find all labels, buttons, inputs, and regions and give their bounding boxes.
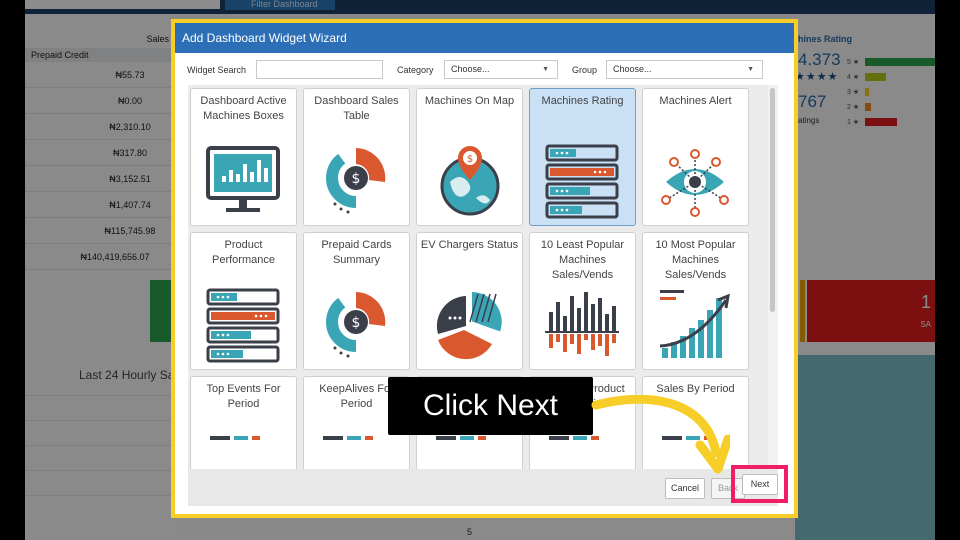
chevron-down-icon: ▼ — [542, 66, 549, 73]
category-label: Category — [397, 65, 434, 75]
widget-card[interactable]: Top Events For Period — [190, 376, 297, 471]
donut-dollar-icon: $ — [326, 292, 386, 358]
widget-card[interactable]: Dashboard Sales Table $ — [303, 88, 410, 226]
rating-bars-icon — [545, 144, 619, 219]
widget-card[interactable]: EV Chargers Status — [416, 232, 523, 370]
svg-text:$: $ — [467, 154, 473, 165]
sales-machine-icon — [436, 436, 486, 440]
widget-card-title: Machines On Map — [424, 95, 515, 107]
chevron-down-icon: ▼ — [747, 66, 754, 73]
rating-bars-icon — [206, 288, 280, 363]
widget-filters: Widget Search Category Choose... ▼ Group… — [175, 53, 794, 85]
svg-text:$: $ — [352, 315, 361, 331]
eye-network-icon — [661, 149, 729, 217]
widget-card-title: Dashboard Sales Table — [314, 95, 399, 122]
keepalive-icon — [323, 436, 373, 440]
widget-card-title: Dashboard Active Machines Boxes — [200, 95, 287, 122]
bar-updown-icon — [545, 292, 619, 356]
widget-card[interactable]: Dashboard Active Machines Boxes — [190, 88, 297, 226]
next-button[interactable]: Next — [742, 474, 778, 495]
widget-card[interactable]: 10 Least Popular Machines Sales/Vends — [529, 232, 636, 370]
widget-search-input[interactable] — [256, 60, 383, 79]
curved-arrow-icon — [591, 395, 730, 474]
svg-text:$: $ — [352, 171, 361, 187]
widget-card-title: Machines Alert — [659, 95, 732, 107]
widget-card-title: Top Events For Period — [206, 383, 281, 410]
widget-search-label: Widget Search — [187, 65, 247, 75]
widget-card-title: Product Performance — [212, 239, 275, 266]
scrollbar-thumb[interactable] — [770, 88, 775, 312]
instruction-callout: Click Next — [388, 377, 593, 435]
widget-card-title: Prepaid Cards Summary — [321, 239, 392, 266]
widget-card-title: EV Chargers Status — [420, 239, 519, 251]
growth-bars-icon — [659, 290, 730, 358]
globe-pin-icon: $ — [440, 146, 500, 216]
modal-title: Add Dashboard Widget Wizard — [175, 23, 794, 53]
widget-card[interactable]: 10 Most Popular Machines Sales/Vends — [642, 232, 749, 370]
widget-grid-scrollbar[interactable] — [768, 85, 778, 471]
widget-card[interactable]: Prepaid Cards Summary $ — [303, 232, 410, 370]
widget-card-title: Machines Rating — [541, 95, 624, 107]
widget-card[interactable]: Machines Rating — [529, 88, 636, 226]
category-select-value: Choose... — [451, 64, 490, 74]
widget-card-title: 10 Most Popular Machines Sales/Vends — [655, 239, 736, 281]
cancel-button[interactable]: Cancel — [665, 478, 705, 499]
group-select[interactable]: Choose... ▼ — [606, 60, 763, 79]
category-select[interactable]: Choose... ▼ — [444, 60, 558, 79]
widget-card[interactable]: Machines On Map $ — [416, 88, 523, 226]
monitor-chart-icon — [206, 146, 280, 212]
widget-card[interactable]: Product Performance — [190, 232, 297, 370]
group-label: Group — [572, 65, 598, 75]
group-select-value: Choose... — [613, 64, 652, 74]
events-icon — [210, 436, 260, 440]
widget-card-title: 10 Least Popular Machines Sales/Vends — [540, 239, 625, 281]
pie-chart-icon — [436, 292, 502, 360]
widget-card[interactable]: Machines Alert — [642, 88, 749, 226]
donut-dollar-icon: $ — [326, 148, 386, 214]
